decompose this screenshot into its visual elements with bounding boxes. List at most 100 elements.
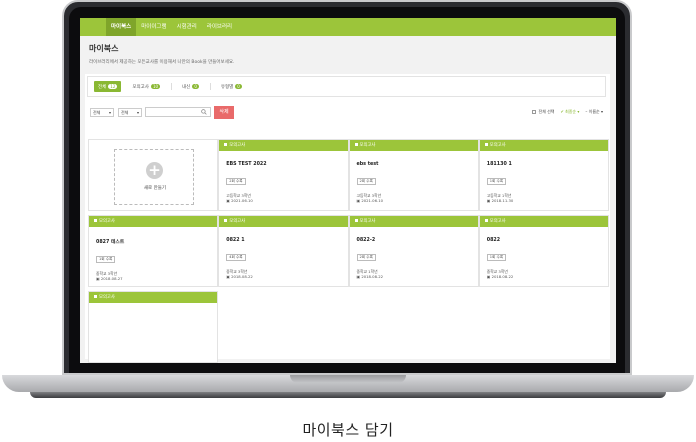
nav-item-exam[interactable]: 시험관리	[172, 18, 202, 36]
book-card[interactable]: 모의고사	[88, 291, 219, 363]
page-description: 라이브러리에서 제공하는 모든교사를 이용해서 나만의 Book을 만들어보세요…	[89, 60, 235, 65]
card-category: 모의고사	[229, 219, 246, 224]
card-date: 2021.06.10	[361, 198, 384, 203]
card-category: 모의고사	[99, 219, 115, 224]
card-header: 모의고사	[219, 140, 348, 151]
card-date: 2018.08.27	[100, 276, 123, 281]
checkbox-icon[interactable]	[94, 219, 97, 222]
app-screen: 마이북스 마이이그램 시험관리 라이브러리 마이북스 라이브러리에서 제공하는 …	[80, 18, 616, 363]
book-card[interactable]: 모의고사 0827 테스트 1회 수록 중학교 3학년 ▣ 2018.08.27	[88, 215, 219, 287]
card-title: 181130 1	[486, 162, 512, 167]
card-title: 0822-2	[356, 238, 376, 243]
card-badge: 4회 수록	[226, 254, 246, 261]
card-meta: 중학교 3학년 ▣ 2018.08.22	[226, 269, 347, 279]
sort-name-label: 이름순	[588, 109, 600, 114]
card-category: 모의고사	[359, 143, 376, 148]
checkbox-icon[interactable]	[484, 219, 488, 222]
checkbox-icon[interactable]	[94, 295, 97, 298]
tab-by-type[interactable]: 유형별 0	[217, 81, 246, 92]
card-header: 모의고사	[89, 216, 218, 227]
card-category: 모의고사	[489, 143, 506, 148]
nav-item-mybooks[interactable]: 마이북스	[106, 18, 137, 36]
book-grid: + 새로 만들기 모의고사 EBS TEST 2022 2회 수록 고등학교 3…	[88, 139, 609, 363]
card-category: 모의고사	[229, 143, 246, 148]
card-title: EBS TEST 2022	[226, 162, 267, 167]
card-badge: 1회 수록	[96, 256, 116, 263]
sort-recent-label: 최종순	[565, 109, 577, 114]
card-date: 2018.08.22	[361, 274, 384, 279]
search-input[interactable]	[145, 107, 211, 117]
caption: 마이북스 담기	[302, 421, 394, 439]
tab-count: 10	[150, 84, 161, 89]
tab-mock-exam[interactable]: 모의고사 10	[128, 81, 164, 92]
tab-count: 12	[108, 84, 118, 89]
checkbox-icon[interactable]	[224, 219, 228, 222]
card-badge: 2회 수록	[226, 178, 246, 185]
tab-label: 모의고사	[132, 84, 149, 90]
calendar-icon: ▣	[486, 274, 491, 279]
checkbox-icon	[532, 110, 537, 114]
select-all-checkbox[interactable]: 전체 선택	[532, 109, 554, 115]
book-card[interactable]: 모의고사 EBS TEST 2022 2회 수록 고등학교 3학년 ▣ 2021.…	[218, 139, 349, 211]
tab-label: 내신	[182, 84, 191, 90]
card-badge: 2회 수록	[356, 254, 376, 261]
card-date: 2018.08.22	[231, 274, 253, 279]
search-icon[interactable]	[201, 109, 207, 115]
card-badge: 2회 수록	[356, 178, 376, 185]
list-controls: 전체 선택 ✔ 최종순 ▾ – 이름순 ▾	[532, 109, 603, 115]
checkbox-icon[interactable]	[484, 143, 488, 146]
select-value: 전체	[93, 110, 101, 115]
top-nav: 마이북스 마이이그램 시험관리 라이브러리	[80, 18, 616, 36]
page-title: 마이북스	[89, 44, 119, 53]
sort-name[interactable]: – 이름순 ▾	[585, 109, 603, 115]
card-header: 모의고사	[479, 216, 608, 227]
chevron-down-icon: ▾	[108, 110, 111, 115]
card-meta: 고등학교 1학년 ▣ 2018.11.30	[487, 193, 608, 203]
book-card[interactable]: 모의고사 0822-2 2회 수록 중학교 1학년 ▣ 2018.08.22	[348, 215, 479, 287]
tab-label: 유형별	[220, 84, 234, 90]
book-card[interactable]: 모의고사 ebs test 2회 수록 고등학교 3학년 ▣ 2021.06.10	[348, 139, 479, 211]
calendar-icon: ▣	[356, 274, 361, 279]
checkbox-icon[interactable]	[354, 219, 358, 222]
card-date: 2021.06.10	[231, 198, 253, 203]
card-title: 0822 1	[226, 238, 245, 243]
card-badge: 1회 수록	[486, 178, 507, 185]
tab-count: 0	[235, 84, 242, 89]
page-header: 마이북스 라이브러리에서 제공하는 모든교사를 이용해서 나만의 Book을 만…	[80, 36, 616, 68]
select-all-label: 전체 선택	[538, 109, 555, 114]
checkbox-icon[interactable]	[354, 143, 358, 146]
nav-item-program[interactable]: 마이이그램	[136, 18, 171, 36]
book-card[interactable]: 모의고사 181130 1 1회 수록 고등학교 1학년 ▣ 2018.11.30	[478, 139, 609, 211]
card-header: 모의고사	[349, 140, 478, 151]
card-category: 모의고사	[489, 219, 506, 224]
nav-item-library[interactable]: 라이브러리	[202, 18, 237, 36]
new-book-label: 새로 만들기	[143, 186, 167, 191]
book-card[interactable]: 모의고사 0822 1 4회 수록 중학교 3학년 ▣ 2018.08.22	[218, 215, 349, 287]
card-title: 0822	[486, 238, 501, 243]
calendar-icon: ▣	[356, 198, 361, 203]
filter-select-1[interactable]: 전체 ▾	[90, 108, 114, 117]
laptop-notch	[290, 375, 406, 383]
tab-label: 전체	[98, 84, 107, 90]
card-meta: 고등학교 3학년 ▣ 2021.06.10	[226, 193, 347, 203]
plus-icon: +	[146, 162, 163, 179]
tab-all[interactable]: 전체 12	[94, 81, 122, 92]
card-category: 모의고사	[99, 295, 115, 300]
filter-row: 전체 ▾ 전체 ▾ 삭제 전체 선택 ✔ 최종순 ▾ – 이름순 ▾	[88, 106, 607, 120]
card-meta: 중학교 3학년 ▣ 2018.08.22	[487, 269, 608, 279]
delete-button[interactable]: 삭제	[214, 106, 234, 119]
filter-select-2[interactable]: 전체 ▾	[118, 108, 142, 117]
new-book-box[interactable]: + 새로 만들기	[114, 149, 194, 205]
chevron-down-icon: ▾	[136, 110, 139, 115]
calendar-icon: ▣	[226, 198, 230, 203]
book-card[interactable]: 모의고사 0822 1회 수록 중학교 3학년 ▣ 2018.08.22	[478, 215, 609, 287]
tab-count: 0	[192, 84, 199, 89]
tab-school-exam[interactable]: 내신 0	[178, 81, 203, 92]
checkbox-icon[interactable]	[224, 143, 228, 146]
calendar-icon: ▣	[226, 274, 230, 279]
card-header: 모의고사	[219, 216, 348, 227]
laptop-foot	[30, 392, 666, 398]
content-panel: 전체 12 모의고사 10 내신 0 유형별 0 전체 ▾ 전체 ▾ 삭제 전체 선택 ✔ …	[85, 74, 610, 363]
new-book-card[interactable]: + 새로 만들기	[88, 139, 219, 211]
sort-recent[interactable]: ✔ 최종순 ▾	[560, 109, 579, 115]
